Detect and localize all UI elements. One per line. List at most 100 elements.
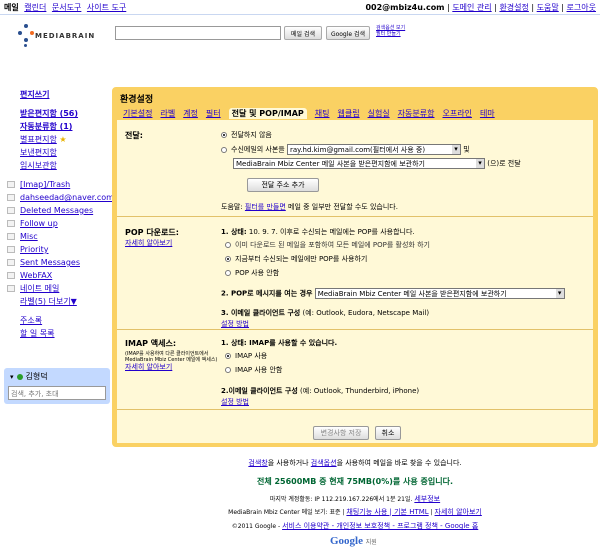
label-row: Misc [7,230,120,243]
label-sent-messages[interactable]: Sent Messages [20,258,80,267]
policy-links[interactable]: 서비스 이용약관 - 개인정보 보호정책 - 프로그램 정책 - Google … [282,522,478,530]
footer-search-tip: 검색창을 사용하거나 검색옵션을 사용하여 메일을 바로 찾을 수 있습니다. [248,459,462,467]
imap-off-option[interactable]: IMAP 사용 안함 [225,365,282,375]
top-divider [0,14,600,15]
help-link[interactable]: 도움말 [537,3,559,12]
label-nate[interactable]: 네이트 메일 [20,284,59,293]
tab-accounts[interactable]: 계정 [183,108,198,119]
nav-docs[interactable]: 문서도구 [52,3,81,12]
contacts-link[interactable]: 주소록 [20,314,120,327]
view-mode-links[interactable]: 채팅기능 사용 | 기본 HTML [346,508,428,516]
label-followup[interactable]: Follow up [20,219,58,228]
nav-calendar[interactable]: 캘린더 [24,3,46,12]
last-activity: 마지막 계정활동: IP 112.219.167.226에서 1분 21일. 세… [269,495,441,503]
pop-section: POP 다운로드: 자세히 알아보기 1. 상태: 10. 9. 7. 이후로 수… [117,217,593,330]
pop-learn-more-link[interactable]: 자세히 알아보기 [125,240,179,247]
imap-step2: 2.이메일 클라이언트 구성 (예: Outlook, Thunderbird,… [221,387,420,395]
tab-labs[interactable]: 실험실 [368,108,390,119]
tab-themes[interactable]: 테마 [480,108,495,119]
logout-link[interactable]: 로그아웃 [567,3,596,12]
footer-search-options-link[interactable]: 검색옵션 [311,459,337,467]
pop-setup-link[interactable]: 설정 방법 [221,319,249,329]
forwarding-label: 전달: [125,131,143,140]
tab-filters[interactable]: 필터 [206,108,221,119]
create-filter-tip-link[interactable]: 필터를 만들면 [245,203,286,211]
forwarding-section: 전달: 전달하지 않음 수신메일의 사본을 ray.hd.kim@gmail.c… [117,120,593,217]
save-changes-button[interactable]: 변경사항 저장 [313,426,369,440]
pop-new-option[interactable]: 지금부터 수신되는 메일에만 POP를 사용하기 [225,254,367,264]
google-logo: Google 지원 [330,535,377,547]
pop-off-radio[interactable] [225,270,231,276]
chat-user-name: 김형덕 [25,372,48,381]
view-options: MediaBrain Mbiz Center 메일 보기: 표준 | 채팅기능 … [228,508,482,516]
sidebar-item-starred[interactable]: 별표편지함 [20,135,57,144]
imap-on-radio[interactable] [225,353,231,359]
pop-off-option[interactable]: POP 사용 안함 [225,268,279,278]
cancel-button[interactable]: 취소 [375,426,401,440]
settings-link[interactable]: 환경설정 [499,3,528,12]
pop-all-option[interactable]: 이미 다운로드 된 메일을 포함하여 모든 메일에 POP를 활성화 하기 [225,240,430,250]
forward-address-select[interactable]: ray.hd.kim@gmail.com(필터에서 사용 중) [286,144,461,155]
forward-off-radio[interactable] [221,132,227,138]
imap-learn-more-link[interactable]: 자세히 알아보기 [125,364,220,371]
labels-more-link[interactable]: 라벨(5) 더보기▼ [20,295,120,308]
expand-icon[interactable]: ▾ [10,373,14,381]
brand-name: MEDIABRAIN [35,32,96,40]
chat-search-input[interactable]: 검색, 추가, 초대 [8,386,106,400]
pop-all-radio[interactable] [225,242,231,248]
search-input[interactable] [115,26,281,40]
domain-admin-link[interactable]: 도메인 관리 [452,3,491,12]
label-deleted[interactable]: Deleted Messages [20,206,93,215]
top-nav: 메일 캘린더 문서도구 사이트 도구 [4,2,129,13]
view-learn-more-link[interactable]: 자세히 알아보기 [435,508,482,516]
label-naver[interactable]: dahseedad@naver.com [20,193,114,202]
imap-off-radio[interactable] [225,367,231,373]
tab-webclips[interactable]: 웹클립 [337,108,359,119]
star-icon: ★ [59,135,67,144]
compose-link[interactable]: 편지쓰기 [20,88,120,101]
search-web-button[interactable]: Google 검색 [326,26,370,40]
sidebar-item-inbox[interactable]: 받은편지함 (56) [20,107,120,120]
pop-action-select[interactable]: MediaBrain Mbiz Center 메일 사본을 받은편지함에 보관하… [314,288,565,299]
label-color-icon [7,194,15,201]
sidebar-item-autosort[interactable]: 자동분류함 (1) [20,120,120,133]
label-color-icon [7,233,15,240]
nav-mail[interactable]: 메일 [4,3,19,12]
pop-step3: 3. 이메일 클라이언트 구성 (예: Outlook, Eudora, Net… [221,309,430,317]
brand-logo[interactable]: MEDIABRAIN [18,24,108,48]
tab-general[interactable]: 기본설정 [123,108,152,119]
search-mail-button[interactable]: 메일 검색 [284,26,322,40]
label-row: Sent Messages [7,256,120,269]
label-color-icon [7,207,15,214]
tab-chat[interactable]: 채팅 [315,108,330,119]
sidebar-item-sent[interactable]: 보낸편지함 [20,146,120,159]
imap-setup-link[interactable]: 설정 방법 [221,397,249,407]
label-row: WebFAX [7,269,120,282]
tasks-link[interactable]: 할 일 목록 [20,327,120,340]
label-webfax[interactable]: WebFAX [20,271,52,280]
create-filter-link[interactable]: 필터 만들기 [376,31,405,37]
label-misc[interactable]: Misc [20,232,38,241]
add-forward-address-button[interactable]: 전달 주소 추가 [247,178,319,192]
sidebar-item-drafts[interactable]: 임시보관함 [20,159,120,172]
label-color-icon [7,220,15,227]
tab-autosort[interactable]: 자동분류함 [398,108,435,119]
settings-body: 전달: 전달하지 않음 수신메일의 사본을 ray.hd.kim@gmail.c… [117,120,593,443]
settings-panel: 환경설정 기본설정 라벨 계정 필터 전달 및 POP/IMAP 채팅 웹클립 … [112,87,598,447]
tab-offline[interactable]: 오프라인 [442,108,471,119]
forward-action-select[interactable]: MediaBrain Mbiz Center 메일 사본을 받은편지함에 보관하… [233,158,485,169]
forward-off-option[interactable]: 전달하지 않음 [221,130,272,140]
nav-sites[interactable]: 사이트 도구 [87,3,126,12]
forward-on-radio[interactable] [221,146,227,153]
activity-details-link[interactable]: 세부정보 [414,495,440,503]
label-color-icon [7,285,15,292]
label-imap-trash[interactable]: [Imap]/Trash [20,180,70,189]
pop-new-radio[interactable] [225,256,231,262]
tab-labels[interactable]: 라벨 [160,108,175,119]
tab-forwarding-pop-imap[interactable]: 전달 및 POP/IMAP [228,108,307,119]
label-priority[interactable]: Priority [20,245,48,254]
imap-on-option[interactable]: IMAP 사용 [225,351,267,361]
footer-search-link[interactable]: 검색창 [248,459,267,467]
account-bar: 002@mbiz4u.com | 도메인 관리 | 환경설정 | 도움말 | 로… [365,3,596,12]
label-color-icon [7,246,15,253]
